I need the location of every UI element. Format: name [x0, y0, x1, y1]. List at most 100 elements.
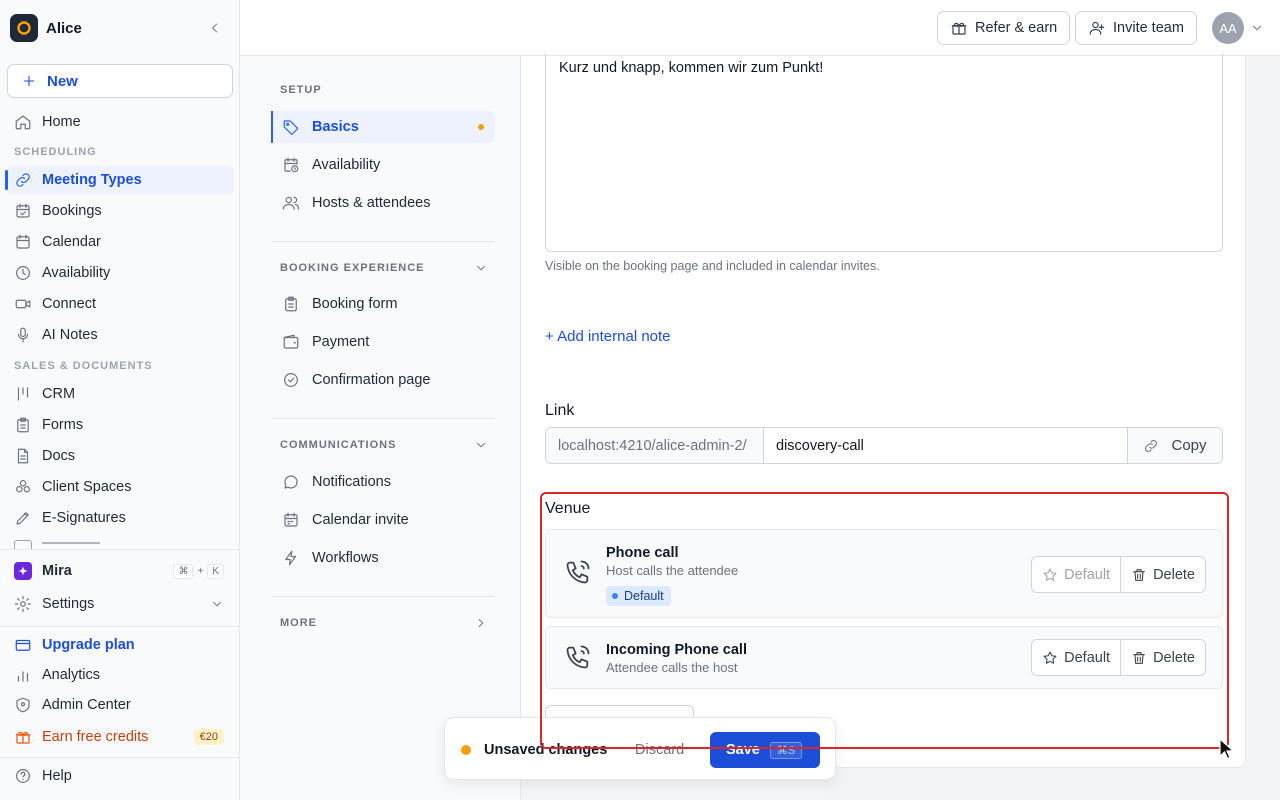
venue-subtitle: Attendee calls the host [606, 660, 738, 675]
collapse-sidebar-icon[interactable] [208, 21, 222, 35]
sidebar-divider [0, 626, 240, 627]
sidebar-item-label: E-Signatures [42, 510, 126, 526]
setup-item-availability[interactable]: Availability [272, 149, 495, 181]
sidebar-item-docs[interactable]: Docs [6, 442, 234, 470]
calendar-clock-icon [284, 157, 299, 173]
description-textarea[interactable]: Kurz und knapp, kommen wir zum Punkt! [545, 54, 1223, 252]
sidebar-item-calendar[interactable]: Calendar [6, 228, 234, 256]
sidebar-item-availability[interactable]: Availability [6, 259, 234, 287]
mic-icon [17, 327, 29, 343]
chevron-right-icon[interactable] [474, 616, 488, 630]
invite-team-button[interactable]: Invite team [1075, 11, 1197, 45]
setup-item-workflows[interactable]: Workflows [272, 542, 495, 574]
credit-card-icon [15, 639, 31, 651]
sidebar-item-help[interactable]: Help [6, 762, 234, 790]
chevron-down-icon[interactable] [1250, 21, 1264, 35]
gift-icon [951, 22, 967, 35]
setup-item-notifications[interactable]: Notifications [272, 466, 495, 498]
sidebar-item-analytics[interactable]: Analytics [6, 661, 234, 689]
refer-earn-button[interactable]: Refer & earn [937, 11, 1071, 45]
setup-item-calendar-invite[interactable]: Calendar invite [272, 504, 495, 536]
delete-venue-button[interactable]: Delete [1120, 557, 1205, 592]
chevron-down-icon[interactable] [474, 261, 488, 275]
set-default-button[interactable]: Default [1032, 640, 1120, 675]
tag-icon [283, 120, 299, 136]
phone-call-icon [566, 645, 590, 669]
setup-item-confirmation[interactable]: Confirmation page [272, 364, 495, 396]
sidebar-item-label: Bookings [42, 203, 102, 219]
sidebar-item-e-signatures[interactable]: E-Signatures [6, 504, 234, 532]
link-slug-input[interactable]: discovery-call [764, 428, 1127, 463]
communications-section-title: COMMUNICATIONS [280, 439, 397, 451]
sidebar-item-label: Admin Center [42, 697, 131, 713]
default-badge-label: Default [624, 589, 664, 603]
setup-item-label: Basics [312, 119, 359, 135]
calendar-icon [284, 512, 298, 527]
sidebar-item-label: Settings [42, 596, 95, 612]
new-button-label: New [47, 72, 78, 90]
star-icon [1043, 650, 1057, 664]
copy-label: Copy [1171, 437, 1207, 454]
more-section-title[interactable]: MORE [280, 617, 317, 629]
setup-item-hosts[interactable]: Hosts & attendees [272, 187, 495, 219]
sidebar-item-client-spaces[interactable]: Client Spaces [6, 473, 234, 501]
sidebar-item-upgrade[interactable]: Upgrade plan [6, 631, 234, 659]
pen-icon [16, 512, 29, 525]
sidebar-item-label: Availability [42, 265, 111, 281]
set-default-button[interactable]: Default [1032, 557, 1120, 592]
copy-link-button[interactable]: Copy [1127, 428, 1222, 463]
sidebar-item-mira[interactable]: ✦ Mira ⌘ + K [6, 557, 234, 585]
unsaved-dot [461, 745, 471, 755]
sidebar-item-bookings[interactable]: Bookings [6, 197, 234, 225]
sidebar-item-admin-center[interactable]: Admin Center [6, 691, 234, 719]
sidebar-item-crm[interactable]: CRM [6, 380, 234, 408]
add-internal-note-link[interactable]: + Add internal note [545, 328, 671, 345]
file-icon [17, 448, 29, 464]
sidebar-item-earn-credits[interactable]: Earn free credits €20 [6, 723, 234, 751]
discard-button[interactable]: Discard [635, 742, 684, 758]
setup-divider [272, 418, 495, 419]
sidebar-item-label: CRM [42, 386, 76, 402]
new-button[interactable]: New [7, 64, 233, 98]
sidebar-item-connect[interactable]: Connect [6, 290, 234, 318]
chevron-down-icon[interactable] [474, 438, 488, 452]
sidebar-item-label: Connect [42, 296, 97, 312]
unsaved-text: Unsaved changes [484, 742, 608, 758]
sidebar-item-label: AI Notes [42, 327, 98, 343]
trash-icon [1133, 568, 1145, 581]
sidebar-item-settings[interactable]: Settings [6, 590, 234, 618]
venue-card-incoming-phone-call: Incoming Phone call Attendee calls the h… [545, 626, 1223, 689]
setup-section-title: SETUP [280, 84, 322, 96]
setup-item-basics[interactable]: Basics [271, 111, 495, 143]
calendar-check-icon [16, 203, 30, 218]
clock-icon [16, 266, 30, 280]
sidebar: Alice New Home SCHEDULING Meeting Types … [0, 0, 240, 800]
workspace-switcher[interactable]: Alice [10, 14, 82, 42]
save-button[interactable]: Save ⌘S [710, 732, 820, 768]
sidebar-item-meeting-types[interactable]: Meeting Types [5, 166, 234, 194]
setup-item-label: Payment [312, 334, 370, 350]
setup-item-payment[interactable]: Payment [272, 326, 495, 358]
venue-title: Phone call [606, 545, 679, 561]
booking-section-title: BOOKING EXPERIENCE [280, 262, 425, 274]
delete-venue-button[interactable]: Delete [1120, 640, 1205, 675]
setup-item-label: Hosts & attendees [312, 195, 431, 211]
sidebar-item-home[interactable]: Home [6, 108, 234, 136]
venue-label: Venue [545, 500, 591, 517]
users-icon [282, 196, 300, 210]
wallet-icon [283, 334, 299, 349]
basics-form: Kurz und knapp, kommen wir zum Punkt! Vi… [521, 54, 1246, 768]
setup-item-label: Booking form [312, 296, 398, 312]
link-field: localhost:4210/alice-admin-2/ discovery-… [545, 427, 1223, 464]
description-text: Kurz und knapp, kommen wir zum Punkt! [559, 60, 824, 76]
top-bar: Refer & earn Invite team AA [240, 0, 1280, 56]
sidebar-item-ai-notes[interactable]: AI Notes [6, 321, 234, 349]
delete-label: Delete [1153, 566, 1195, 583]
setup-item-booking-form[interactable]: Booking form [272, 288, 495, 320]
sidebar-item-forms[interactable]: Forms [6, 411, 234, 439]
setup-item-label: Confirmation page [312, 372, 431, 388]
avatar[interactable]: AA [1212, 12, 1244, 44]
sidebar-item-label: Calendar [42, 234, 101, 250]
sidebar-item-label: Mira [42, 563, 72, 579]
calendar-icon [16, 234, 30, 249]
